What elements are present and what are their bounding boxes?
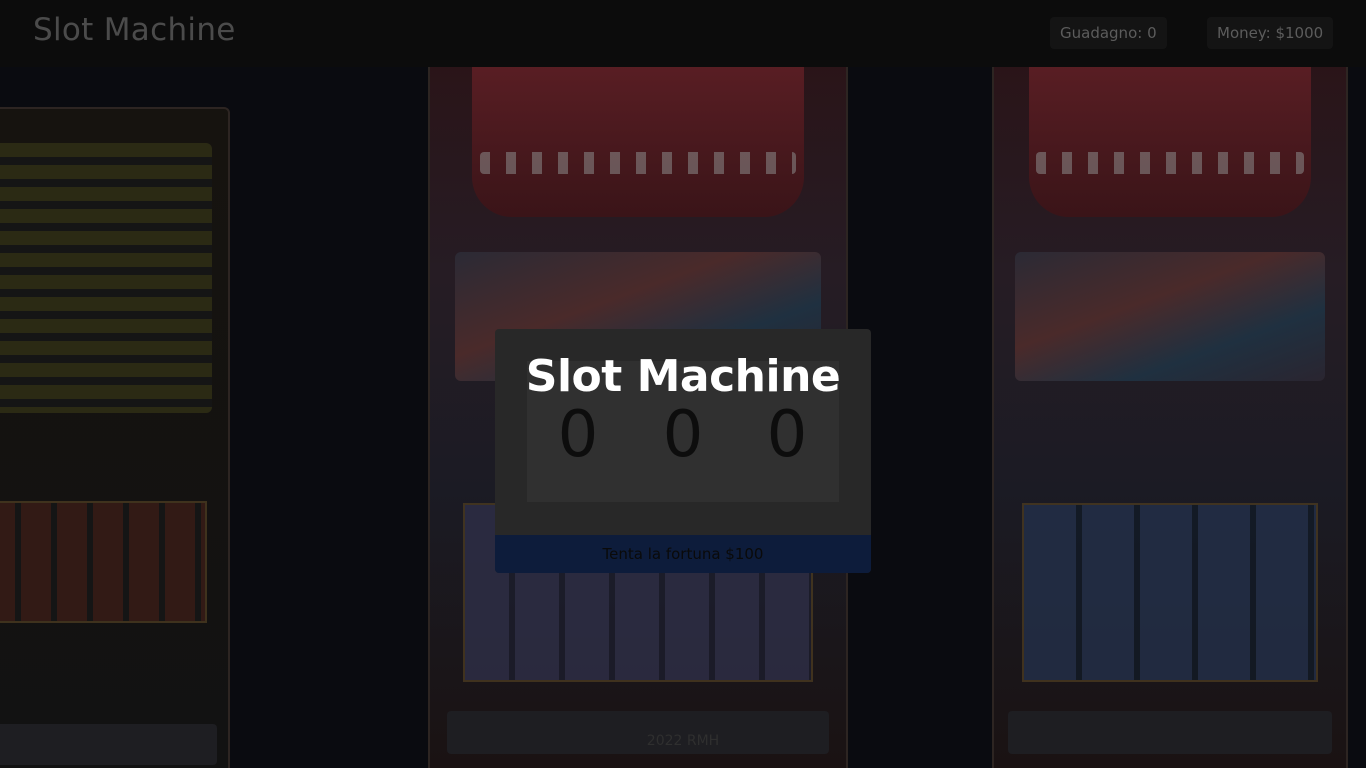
slot-machine-modal: 0 0 0 Slot Machine Tenta la fortuna $100 (495, 329, 871, 573)
money-badge: Money: $1000 (1207, 17, 1334, 49)
slot-machine-right-decor (992, 67, 1348, 768)
winnings-badge: Guadagno: 0 (1050, 17, 1167, 49)
reel-2: 0 (662, 398, 704, 472)
reel-1: 0 (557, 398, 599, 472)
modal-title: Slot Machine (525, 351, 841, 402)
navbar: Slot Machine Guadagno: 0 Money: $1000 (0, 0, 1366, 67)
slot-machine-left-decor (0, 107, 230, 768)
spin-button[interactable]: Tenta la fortuna $100 (495, 535, 871, 573)
navbar-brand[interactable]: Slot Machine (33, 12, 236, 48)
footer-copyright: 2022 RMH (646, 733, 720, 749)
reel-3: 0 (766, 398, 808, 472)
